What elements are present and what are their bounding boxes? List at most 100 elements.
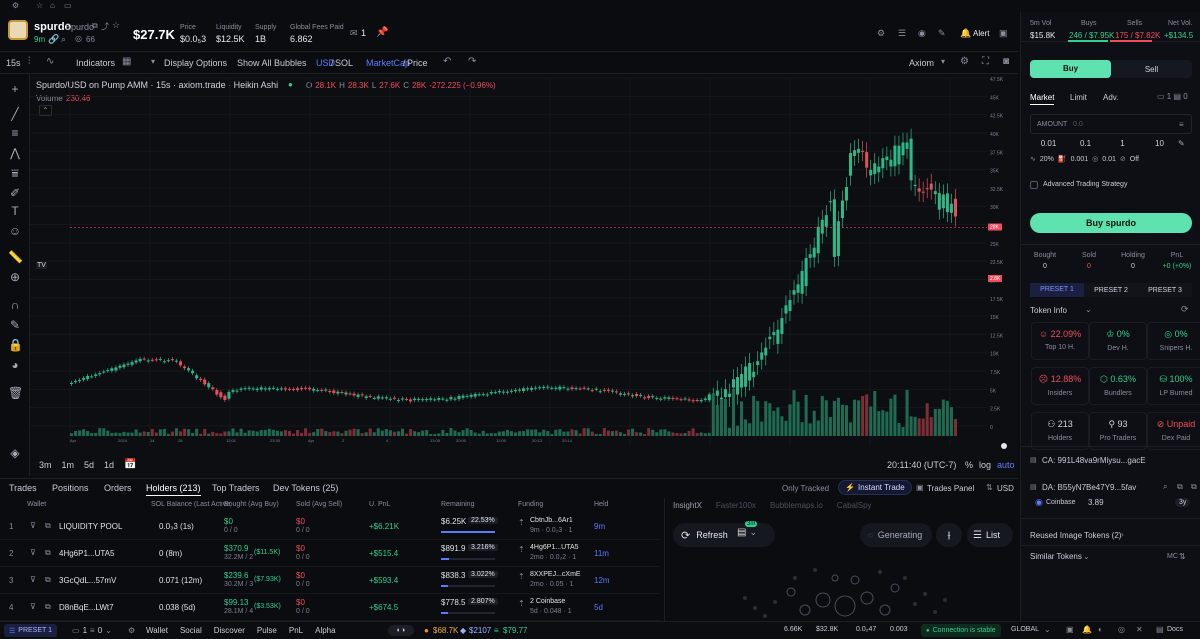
discord-icon[interactable]: ◎ (1118, 625, 1125, 634)
display-options-button[interactable]: Display Options (164, 58, 227, 68)
bubble-graph[interactable] (695, 558, 995, 620)
docs-icon[interactable]: ▤ (1156, 625, 1164, 634)
filter-icon[interactable]: ⊽ (30, 521, 36, 530)
provider-chevron-icon[interactable]: ▾ (941, 57, 945, 66)
footer-bell-icon[interactable]: 🔔 (1082, 625, 1092, 634)
footer-pulse[interactable]: Pulse (257, 626, 277, 635)
table-row[interactable]: 4 ⊽ ⧉ D8nBqE...LWt7 0.038 (5d) $99.13 28.1M / … (0, 594, 660, 621)
adjust-button[interactable]: ⫲ (936, 523, 962, 547)
footer-pnl[interactable]: PnL (289, 626, 303, 635)
preset-amount-2[interactable]: 0.1 (1067, 139, 1104, 148)
funding-source[interactable]: 2 Coinbase (530, 598, 565, 605)
col-sold[interactable]: Sold (Avg Sell) (296, 501, 342, 508)
filter-icon[interactable]: ⊽ (30, 548, 36, 557)
price-chart[interactable]: Spurdo/USD on Pump AMM · 15s · axiom.tra… (30, 74, 1018, 476)
tab-trades[interactable]: Trades (9, 483, 37, 493)
tab-positions[interactable]: Positions (52, 483, 89, 493)
refresh-button[interactable]: ⟳ Refresh (673, 523, 775, 547)
lock-drawing-icon[interactable]: ✎ (8, 318, 22, 332)
tab-orders[interactable]: Orders (104, 483, 132, 493)
footer-discover[interactable]: Discover (214, 626, 245, 635)
market-tab[interactable]: Market (1030, 93, 1055, 105)
col-funding[interactable]: Funding (518, 501, 543, 508)
pattern-icon[interactable]: ⋀ (8, 146, 22, 160)
range-1m[interactable]: 1m (62, 460, 75, 470)
wallet-address[interactable]: LIQUIDITY POOL (59, 522, 122, 531)
tab-insightx[interactable]: InsightX (673, 501, 702, 510)
link-icon[interactable]: 🔗 (48, 34, 59, 45)
layout-grid-icon[interactable]: ▦ (122, 56, 131, 67)
candle-type-icon[interactable]: ⫶ (28, 56, 31, 67)
timer-select[interactable]: ▤ ⌄ (737, 527, 757, 538)
favorite-star-icon[interactable]: ☆ (112, 20, 120, 31)
indicators-icon[interactable]: ∿ (46, 56, 54, 67)
footer-settings-icon[interactable]: ⚙ (128, 626, 135, 635)
edit-presets-icon[interactable]: ✎ (1178, 139, 1192, 148)
footer-alpha[interactable]: Alpha (315, 626, 335, 635)
trendline-icon[interactable]: ╱ (8, 107, 22, 121)
currency-toggle[interactable]: USD (997, 484, 1014, 493)
undo-icon[interactable]: ↶ (443, 56, 451, 67)
preset-amount-4[interactable]: 10 (1141, 139, 1178, 148)
col-remaining[interactable]: Remaining (441, 501, 474, 508)
contract-address[interactable]: CA: 991L48va9rMiysu...gacE (1042, 456, 1146, 465)
external-link-icon[interactable]: ⧉ (45, 521, 51, 531)
wallet-address[interactable]: 3GcQdL...57mV (59, 576, 116, 585)
alert-button[interactable]: Alert (973, 29, 989, 38)
zoom-icon[interactable]: ⊕ (8, 270, 22, 284)
footer-social[interactable]: Social (180, 626, 202, 635)
log-toggle[interactable]: log (979, 460, 991, 470)
gear-icon[interactable]: ⚙ (877, 28, 885, 39)
share-icon[interactable]: ⤴ (101, 21, 109, 32)
percent-toggle[interactable]: % (965, 460, 973, 470)
wallet-address[interactable]: 4Hg6P1...UTA5 (59, 549, 114, 558)
buy-token-button[interactable]: Buy spurdo (1030, 213, 1192, 233)
tab-dev-tokens[interactable]: Dev Tokens (25) (273, 483, 338, 493)
range-3m[interactable]: 3m (39, 460, 52, 470)
da-copy-icon[interactable]: ⧉ (1191, 482, 1197, 492)
list-button[interactable]: ☰ List (967, 523, 1013, 547)
tab-holders[interactable]: Holders (213) (146, 483, 201, 496)
star-icon[interactable]: ☆ (36, 1, 43, 10)
only-tracked-toggle[interactable]: Only Tracked (782, 484, 829, 493)
crosshair-icon[interactable]: + (8, 82, 22, 96)
eye-icon[interactable]: ◕ (8, 358, 22, 372)
preset-amount-1[interactable]: 0.01 (1030, 139, 1067, 148)
trades-panel-button[interactable]: Trades Panel (927, 484, 974, 493)
interval-select[interactable]: 15s (6, 58, 21, 68)
brush-icon[interactable]: ✐ (8, 186, 22, 200)
funding-source[interactable]: 8XXPEJ...cXmE (530, 571, 581, 578)
pin-icon[interactable]: 📌 (376, 27, 388, 38)
token-info-header[interactable]: Token Info (1030, 306, 1067, 315)
alert-bell-icon[interactable]: 🔔 (960, 28, 971, 39)
token-avatar[interactable] (8, 20, 28, 40)
text-icon[interactable]: T (8, 204, 22, 218)
home-icon[interactable]: ⌂ (50, 1, 55, 10)
da-link-icon[interactable]: ⧉ (1177, 482, 1183, 492)
wallet-address[interactable]: D8nBqE...LWt7 (59, 603, 114, 612)
table-row[interactable]: 1 ⊽ ⧉ LIQUIDITY POOL 0.0₃3 (1s) $0 0 / 0 $0 0 / … (0, 513, 660, 540)
table-row[interactable]: 2 ⊽ ⧉ 4Hg6P1...UTA5 0 (8m) $370.9 32.2M / 2 ($1… (0, 540, 660, 567)
external-link-icon[interactable]: ⧉ (45, 548, 51, 558)
col-sol-balance[interactable]: SOL Balance (Last Active) (151, 501, 231, 508)
sol-toggle[interactable]: SOL (335, 58, 353, 68)
tab-cabalspy[interactable]: CabalSpy (837, 501, 872, 510)
fullscreen-icon[interactable]: ⛶ (982, 56, 989, 67)
indicators-button[interactable]: Indicators (76, 58, 115, 68)
camera-icon[interactable]: ◙ (1003, 56, 1009, 67)
lock-icon[interactable]: 🔒 (8, 338, 23, 352)
trash-icon[interactable]: 🗑 (8, 386, 23, 400)
tab-faster100x[interactable]: Faster100x (716, 501, 756, 510)
dev-address[interactable]: DA: B55yN7Be47Y9...5fav (1042, 483, 1136, 492)
magnet-icon[interactable]: ∩ (8, 298, 22, 312)
footer-layout-icon[interactable]: ▣ (1066, 625, 1074, 634)
footer-wallets[interactable]: ▭ 1 ≡ 0 ⌄ (72, 626, 112, 635)
instant-trade-button[interactable]: ⚡ Instant Trade (838, 480, 912, 495)
preset-amount-3[interactable]: 1 (1104, 139, 1141, 148)
fib-icon[interactable]: ⩸ (8, 166, 22, 180)
buy-tab[interactable]: Buy (1030, 60, 1111, 78)
col-bought[interactable]: Bought (Avg Buy) (224, 501, 279, 508)
copy-icon[interactable]: ⧉ (92, 21, 98, 31)
chart-provider[interactable]: Axiom (909, 58, 934, 68)
region-select[interactable]: GLOBAL (1011, 626, 1039, 633)
